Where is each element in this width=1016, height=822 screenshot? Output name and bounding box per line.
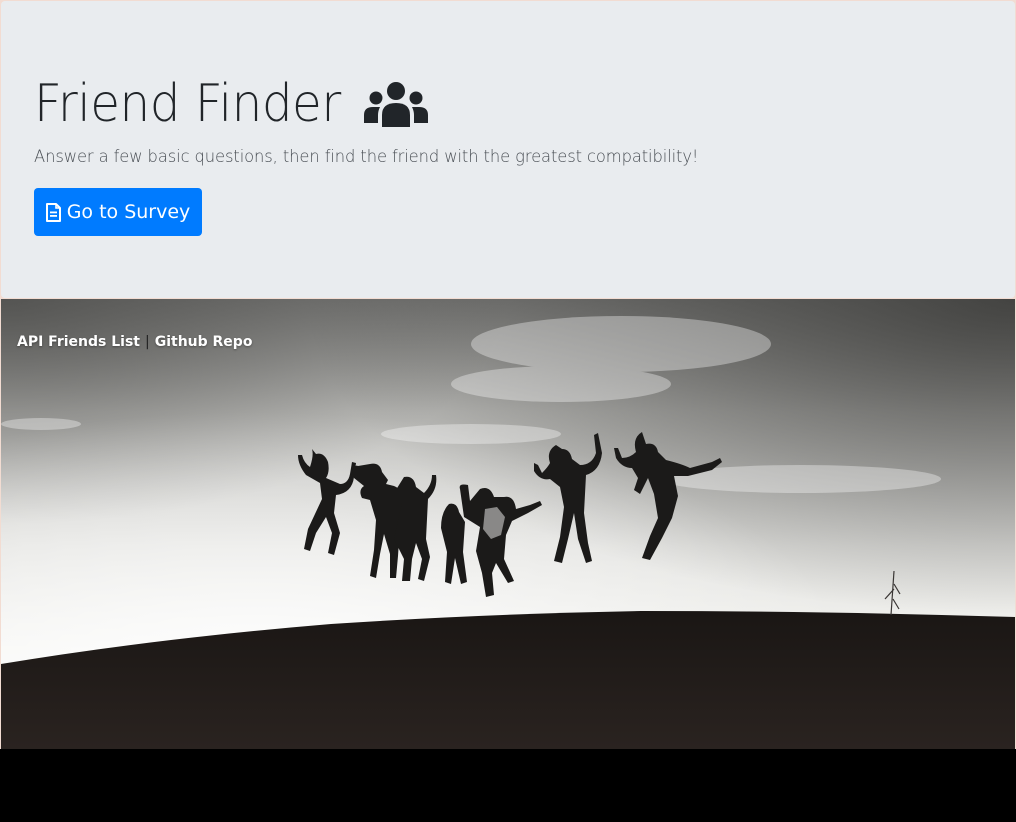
- page: Friend Finder Answer a few basic questio…: [0, 0, 1016, 822]
- jumping-friends-photo: [1, 299, 1015, 749]
- jumbotron: Friend Finder Answer a few basic questio…: [1, 1, 1015, 298]
- file-text-icon: [45, 202, 61, 222]
- hero-links: API Friends List | Github Repo: [17, 334, 252, 350]
- title-row: Friend Finder: [34, 73, 432, 135]
- github-repo-link[interactable]: Github Repo: [155, 334, 253, 350]
- hero-image: API Friends List | Github Repo: [1, 299, 1015, 749]
- page-title: Friend Finder: [34, 74, 341, 134]
- link-separator: |: [145, 334, 150, 350]
- go-to-survey-button[interactable]: Go to Survey: [34, 188, 202, 236]
- api-friends-list-link[interactable]: API Friends List: [17, 334, 140, 350]
- lead-text: Answer a few basic questions, then find …: [34, 147, 699, 167]
- users-icon: [360, 81, 432, 127]
- go-to-survey-label: Go to Survey: [66, 201, 191, 223]
- page-frame: Friend Finder Answer a few basic questio…: [0, 0, 1016, 749]
